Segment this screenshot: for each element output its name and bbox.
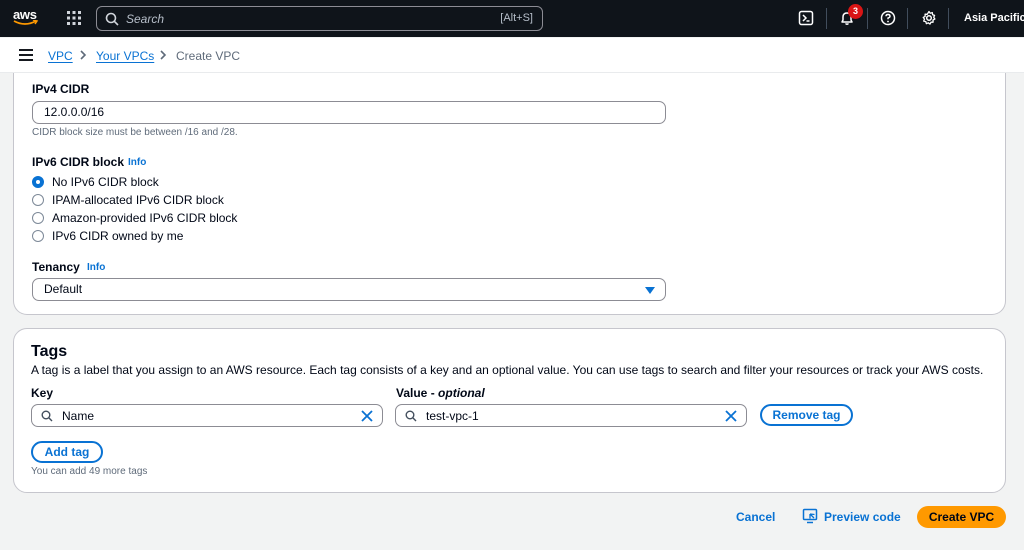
top-navigation: aws Search [Alt+S] 3 Asia Pacific bbox=[0, 0, 1024, 37]
search-icon bbox=[405, 410, 417, 422]
tags-remaining-hint: You can add 49 more tags bbox=[31, 466, 148, 477]
chevron-right-icon bbox=[80, 50, 87, 60]
remove-tag-button[interactable]: Remove tag bbox=[760, 404, 853, 426]
tag-key-value: Name bbox=[62, 409, 95, 423]
radio-button-selected[interactable] bbox=[32, 176, 44, 188]
cloudshell-icon[interactable] bbox=[798, 10, 814, 26]
radio-label: IPAM-allocated IPv6 CIDR block bbox=[52, 193, 224, 207]
ipv4-cidr-hint: CIDR block size must be between /16 and … bbox=[32, 127, 238, 138]
tenancy-selected-value: Default bbox=[44, 282, 83, 296]
tags-card: Tags A tag is a label that you assign to… bbox=[13, 328, 1006, 493]
tag-key-label: Key bbox=[31, 386, 54, 400]
radio-label: Amazon-provided IPv6 CIDR block bbox=[52, 211, 238, 225]
preview-code-icon bbox=[802, 508, 818, 524]
nav-divider bbox=[948, 8, 949, 29]
search-icon bbox=[105, 12, 119, 26]
radio-owned-ipv6[interactable]: IPv6 CIDR owned by me bbox=[32, 228, 183, 244]
radio-button[interactable] bbox=[32, 212, 44, 224]
tag-value-optional-text: optional bbox=[438, 386, 485, 400]
help-icon[interactable] bbox=[880, 10, 896, 26]
radio-button[interactable] bbox=[32, 194, 44, 206]
radio-button[interactable] bbox=[32, 230, 44, 242]
tag-key-input[interactable]: Name bbox=[31, 404, 383, 427]
tenancy-select[interactable]: Default bbox=[32, 278, 666, 301]
tags-description: A tag is a label that you assign to an A… bbox=[31, 363, 984, 377]
aws-logo-text: aws bbox=[13, 7, 37, 22]
search-placeholder: Search bbox=[126, 11, 165, 26]
tag-value-label: Value - optional bbox=[396, 386, 485, 400]
radio-label: IPv6 CIDR owned by me bbox=[52, 229, 184, 243]
search-shortcut: [Alt+S] bbox=[500, 12, 533, 24]
apps-grid-icon[interactable] bbox=[67, 11, 81, 25]
nav-divider bbox=[826, 8, 827, 29]
radio-ipam-ipv6[interactable]: IPAM-allocated IPv6 CIDR block bbox=[32, 192, 224, 208]
tenancy-label: Tenancy bbox=[32, 260, 80, 274]
radio-no-ipv6[interactable]: No IPv6 CIDR block bbox=[32, 174, 159, 190]
breadcrumb-create-vpc: Create VPC bbox=[176, 49, 241, 63]
vpc-settings-card: IPv4 CIDR 12.0.0.0/16 CIDR block size mu… bbox=[13, 73, 1006, 315]
ipv4-cidr-label: IPv4 CIDR bbox=[32, 82, 90, 96]
preview-code-button[interactable]: Preview code bbox=[824, 510, 901, 524]
radio-amazon-ipv6[interactable]: Amazon-provided IPv6 CIDR block bbox=[32, 210, 237, 226]
cancel-button[interactable]: Cancel bbox=[736, 510, 775, 524]
nav-divider bbox=[907, 8, 908, 29]
ipv6-info-link[interactable]: Info bbox=[128, 157, 146, 168]
tenancy-info-link[interactable]: Info bbox=[87, 262, 105, 273]
clear-x-icon[interactable] bbox=[361, 410, 373, 422]
tags-title: Tags bbox=[31, 343, 68, 360]
caret-down-icon bbox=[645, 287, 655, 294]
clear-x-icon[interactable] bbox=[725, 410, 737, 422]
ipv4-cidr-input[interactable]: 12.0.0.0/16 bbox=[32, 101, 666, 124]
tag-value-input[interactable]: test-vpc-1 bbox=[395, 404, 747, 427]
settings-gear-icon[interactable] bbox=[921, 10, 937, 26]
breadcrumb-your-vpcs[interactable]: Your VPCs bbox=[96, 49, 154, 63]
ipv6-cidr-label: IPv6 CIDR block bbox=[32, 155, 125, 169]
tag-value-label-text: Value - bbox=[396, 386, 439, 400]
notification-count-badge: 3 bbox=[848, 4, 863, 19]
chevron-right-icon bbox=[160, 50, 167, 60]
global-search-input[interactable]: Search [Alt+S] bbox=[96, 6, 543, 31]
add-tag-button[interactable]: Add tag bbox=[31, 441, 103, 463]
breadcrumb-bar: VPC Your VPCs Create VPC bbox=[0, 38, 1024, 73]
radio-label: No IPv6 CIDR block bbox=[52, 175, 159, 189]
nav-divider bbox=[867, 8, 868, 29]
create-vpc-button[interactable]: Create VPC bbox=[917, 506, 1006, 528]
menu-hamburger-icon[interactable] bbox=[19, 49, 33, 61]
tag-value-value: test-vpc-1 bbox=[426, 409, 479, 423]
region-selector[interactable]: Asia Pacific (Mu bbox=[964, 12, 1024, 24]
search-icon bbox=[41, 410, 53, 422]
breadcrumb-vpc[interactable]: VPC bbox=[48, 49, 73, 63]
aws-logo[interactable]: aws bbox=[13, 8, 41, 28]
